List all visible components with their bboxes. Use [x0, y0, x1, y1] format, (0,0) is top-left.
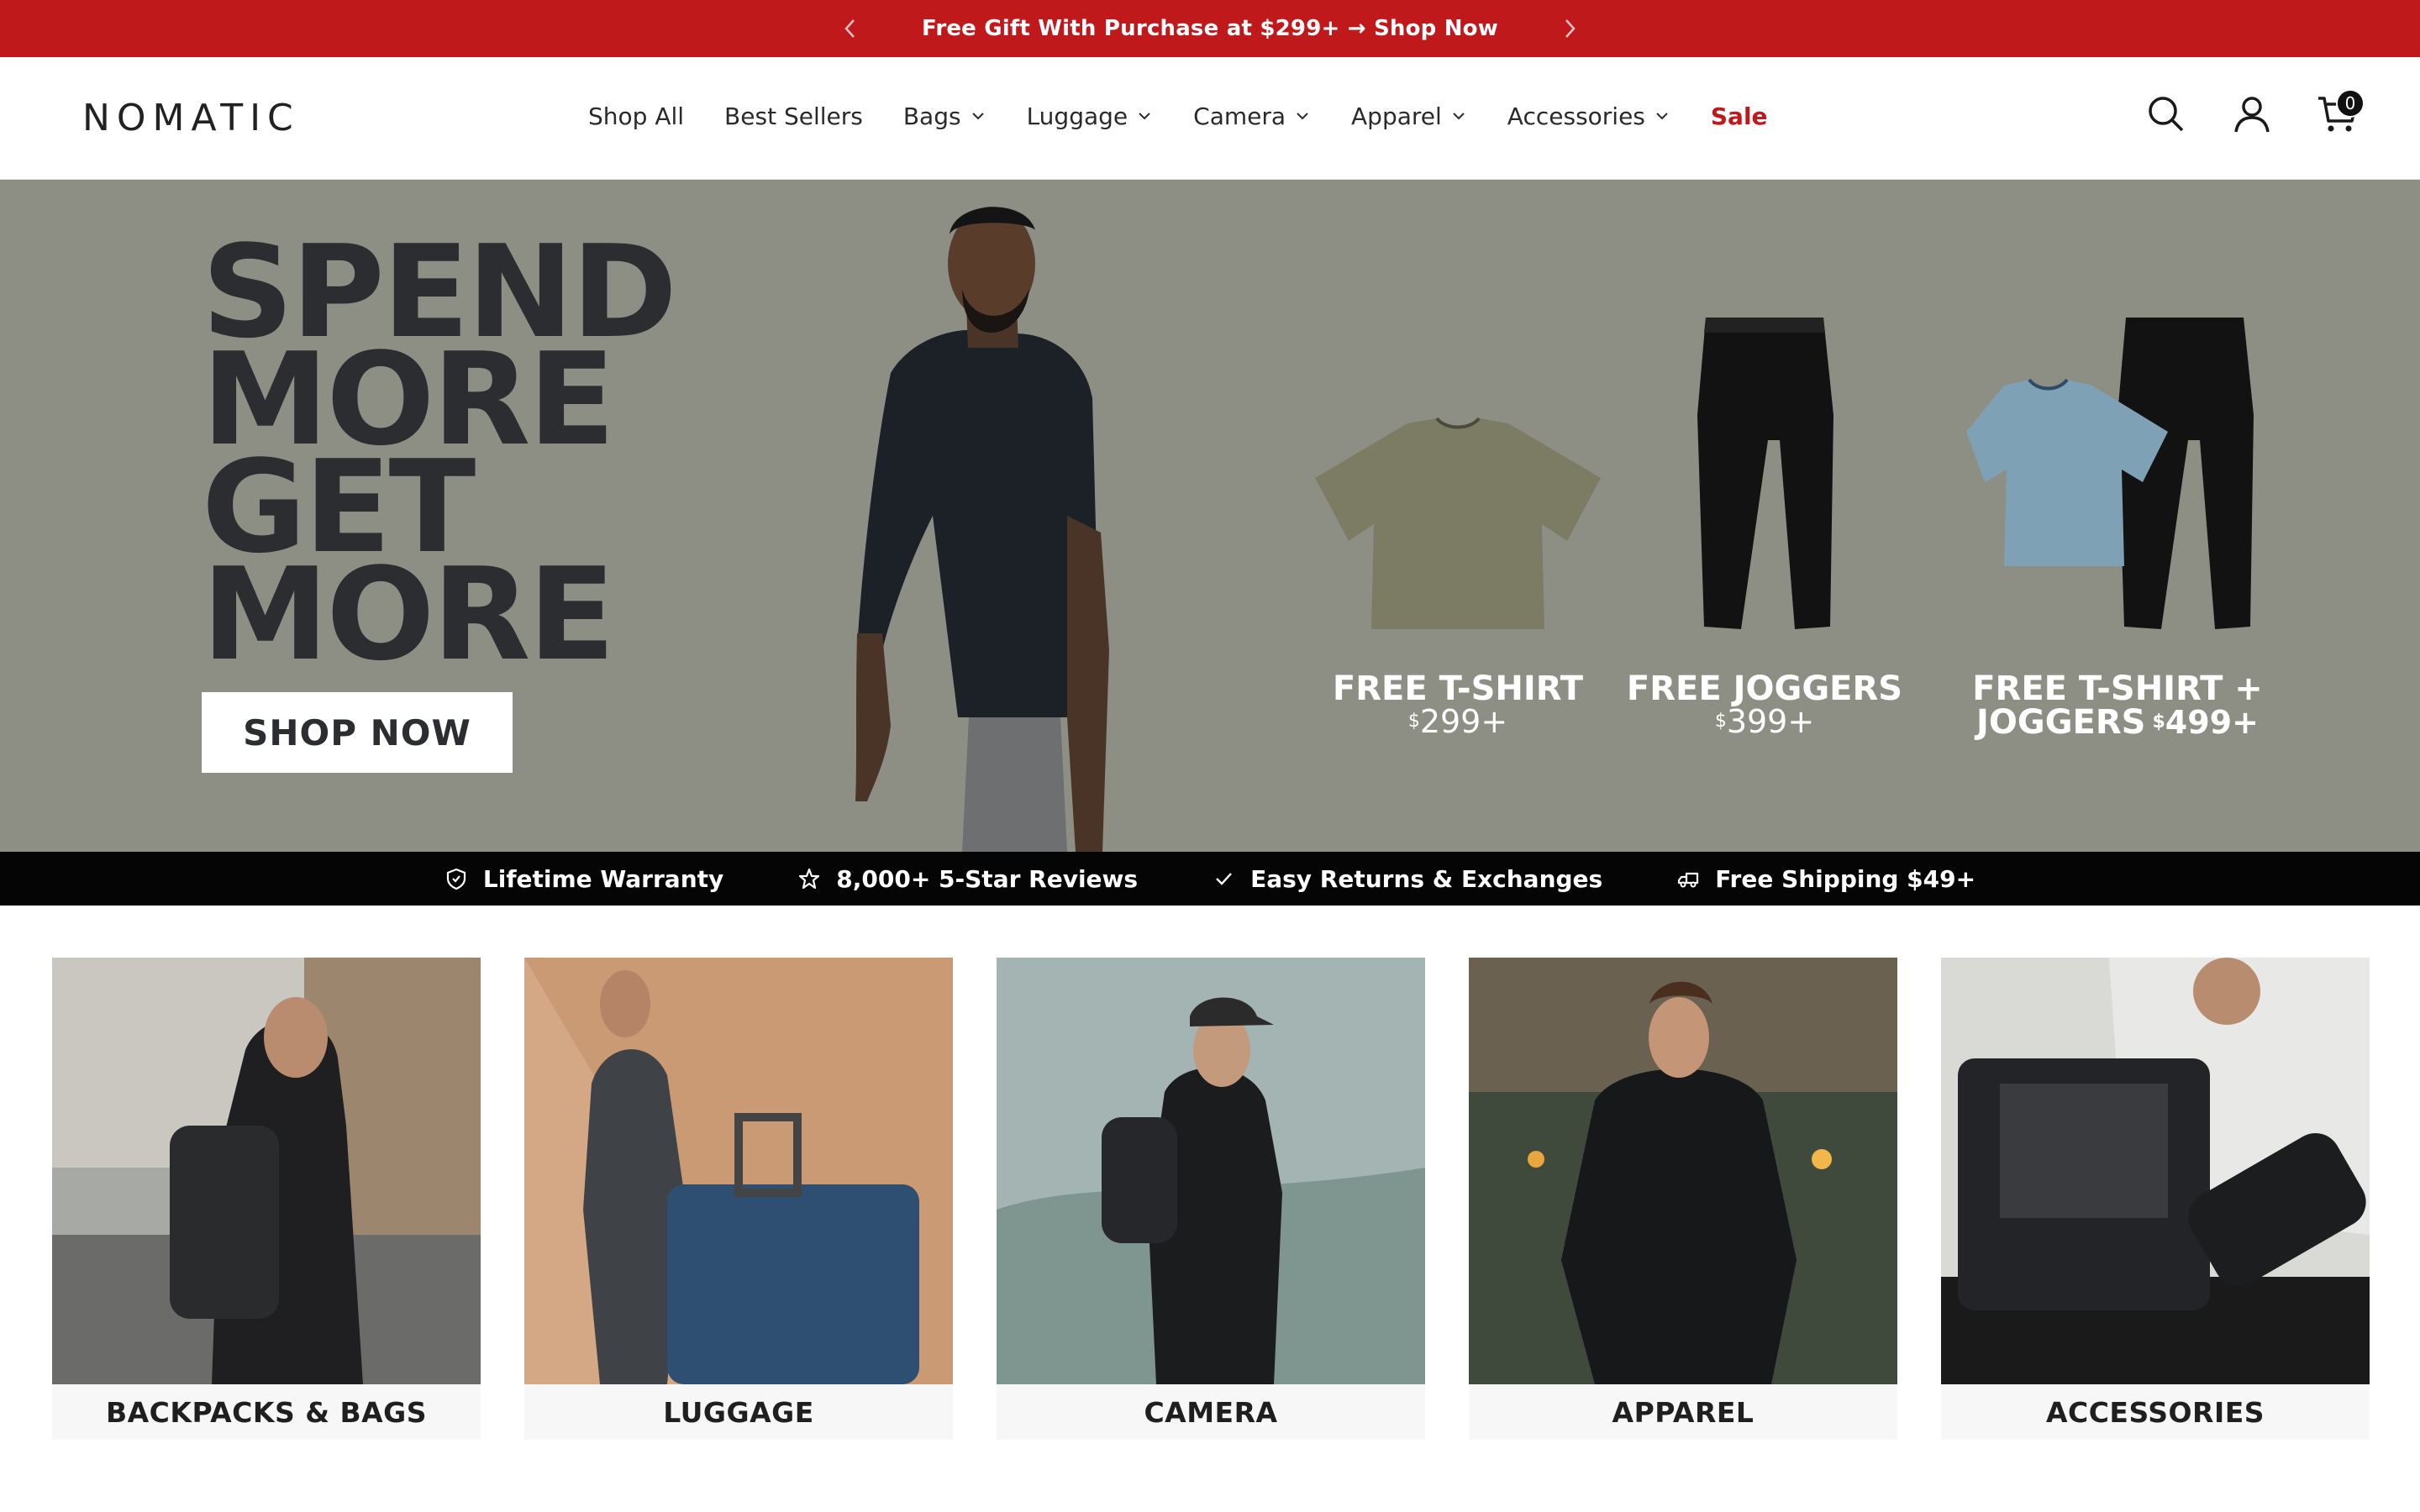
category-label: BACKPACKS & BAGS [52, 1384, 481, 1440]
offer-free-tshirt-joggers[interactable]: FREE T-SHIRT + JOGGERS $499+ [1924, 281, 2311, 739]
nav-label: Accessories [1507, 102, 1645, 130]
announcement-bar: Free Gift With Purchase at $299+ → Shop … [0, 0, 2420, 57]
chevron-down-icon [1656, 113, 1668, 120]
nav-label: Luggage [1026, 102, 1128, 130]
shield-icon [446, 868, 466, 890]
search-icon[interactable] [2143, 91, 2190, 138]
nomatic-logo[interactable]: NOMATIC [82, 94, 300, 141]
category-backpacks-bags[interactable]: BACKPACKS & BAGS [52, 958, 481, 1440]
nav-apparel[interactable]: Apparel [1351, 102, 1467, 130]
trust-label: Easy Returns & Exchanges [1250, 864, 1603, 893]
checkmark-icon [1216, 873, 1232, 885]
offer-label: FREE T-SHIRT + JOGGERS $499+ [1972, 672, 2263, 739]
trust-item-shipping: Free Shipping $49+ [1676, 865, 1975, 893]
trust-item-returns: Easy Returns & Exchanges [1212, 865, 1602, 893]
nav-luggage[interactable]: Luggage [1027, 102, 1154, 130]
offer-label: FREE JOGGERS [1626, 669, 1903, 708]
nav-label: Shop All [588, 102, 685, 130]
trust-item-warranty: Lifetime Warranty [445, 865, 723, 893]
trust-item-reviews: 8,000+ 5-Star Reviews [797, 865, 1138, 893]
shop-now-button[interactable]: SHOP NOW [202, 692, 513, 773]
offer-label-line: FREE T-SHIRT + [1972, 669, 2263, 708]
category-label: LUGGAGE [524, 1384, 953, 1440]
category-grid: BACKPACKS & BAGS LUGGAGE CAMERA APPAREL … [52, 958, 2370, 1440]
nav-label: Apparel [1351, 102, 1442, 130]
account-icon[interactable] [2228, 91, 2275, 138]
hero-headline: SPEND MORE GET MORE [202, 228, 677, 689]
delivery-truck-icon [1678, 872, 1699, 888]
trust-bar: Lifetime Warranty 8,000+ 5-Star Reviews … [0, 852, 2420, 906]
chevron-down-icon [1139, 113, 1150, 120]
offer-price: $499+ [2152, 706, 2258, 738]
offer-label-line: JOGGERS [1976, 703, 2146, 742]
chevron-down-icon [1453, 113, 1465, 120]
headline-line: MORE [202, 540, 615, 689]
trust-label: Lifetime Warranty [482, 864, 724, 893]
nav-best-sellers[interactable]: Best Sellers [724, 102, 863, 130]
trust-label: 8,000+ 5-Star Reviews [836, 864, 1139, 893]
hero-model-image [855, 207, 1109, 852]
tshirt-product-image [1311, 281, 1605, 633]
category-image [1941, 958, 2370, 1384]
category-label: CAMERA [997, 1384, 1425, 1440]
price-symbol: $ [1714, 711, 1727, 732]
offer-price: $399+ [1715, 706, 1814, 738]
chevron-down-icon [971, 113, 984, 120]
category-image [1469, 958, 1897, 1384]
category-accessories[interactable]: ACCESSORIES [1941, 958, 2370, 1440]
nav-shop-all[interactable]: Shop All [588, 102, 684, 130]
offer-price: $299+ [1408, 706, 1507, 738]
category-label: ACCESSORIES [1941, 1384, 2370, 1440]
nav-sale[interactable]: Sale [1711, 102, 1768, 130]
hero-banner[interactable]: SPEND MORE GET MORE SHOP NOW FREE T-SHIR… [0, 180, 2420, 852]
star-icon [799, 868, 820, 890]
logo-text: NOMATIC [82, 96, 300, 139]
nav-camera[interactable]: Camera [1193, 102, 1311, 130]
offer-free-joggers[interactable]: FREE JOGGERS $399+ [1626, 281, 1903, 738]
price-value: 499+ [2165, 704, 2259, 741]
site-header: NOMATIC Shop All Best Sellers Bags Lugga… [0, 57, 2420, 180]
cart-icon[interactable]: 0 [2314, 89, 2365, 138]
price-symbol: $ [1407, 711, 1420, 732]
offer-label-line-with-price: JOGGERS $499+ [1972, 706, 2263, 739]
nav-accessories[interactable]: Accessories [1507, 102, 1670, 130]
nav-label: Best Sellers [724, 102, 863, 130]
price-value: 399+ [1726, 703, 1815, 740]
offer-label: FREE T-SHIRT [1332, 669, 1584, 708]
category-label: APPAREL [1469, 1384, 1897, 1440]
nav-label: Sale [1710, 102, 1768, 130]
category-image [997, 958, 1425, 1384]
announcement-message-link[interactable]: Free Gift With Purchase at $299+ → Shop … [922, 16, 1498, 41]
tshirt-joggers-product-image [1966, 281, 2269, 633]
category-luggage[interactable]: LUGGAGE [524, 958, 953, 1440]
chevron-down-icon [1297, 113, 1308, 120]
header-actions: 0 [2143, 89, 2365, 138]
nav-bags[interactable]: Bags [903, 102, 986, 130]
announcement-next-arrow-icon[interactable] [1551, 10, 1588, 47]
nav-label: Camera [1193, 102, 1286, 130]
main-nav: Shop All Best Sellers Bags Luggage Camer… [588, 96, 1768, 136]
price-symbol: $ [2152, 711, 2165, 732]
category-apparel[interactable]: APPAREL [1469, 958, 1897, 1440]
category-image [524, 958, 953, 1384]
joggers-product-image [1689, 281, 1840, 633]
price-value: 299+ [1419, 703, 1508, 740]
trust-label: Free Shipping $49+ [1715, 864, 1976, 893]
category-image [52, 958, 481, 1384]
nav-label: Bags [902, 102, 961, 130]
announcement-prev-arrow-icon[interactable] [832, 10, 869, 47]
category-camera[interactable]: CAMERA [997, 958, 1425, 1440]
cart-count-badge: 0 [2336, 89, 2365, 118]
offer-free-tshirt[interactable]: FREE T-SHIRT $299+ [1302, 281, 1613, 738]
